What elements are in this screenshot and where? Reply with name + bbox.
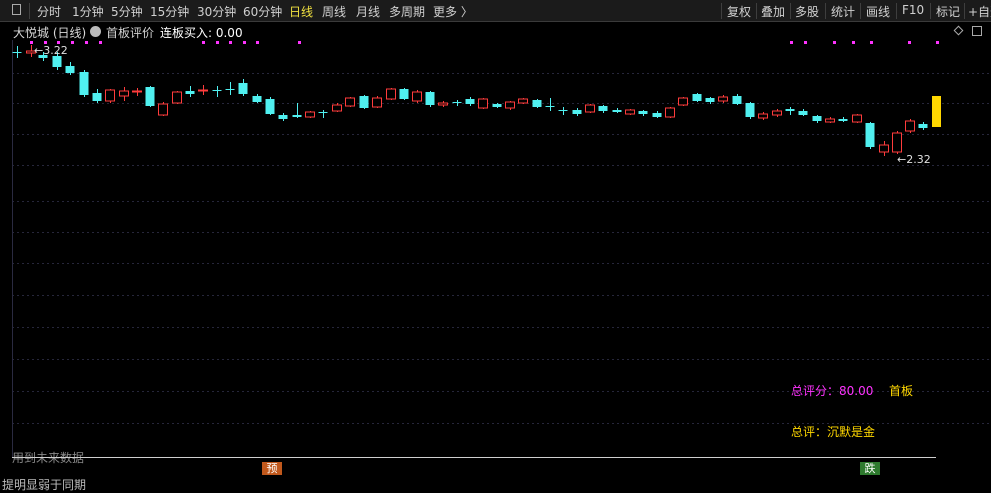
candle-body [732,96,742,104]
candle-body [638,111,648,114]
candle-body [105,89,115,102]
bottom-divider [12,457,936,458]
drop-marker: 跌 [860,462,880,475]
signal-dot [99,41,102,44]
candle-body [345,97,355,107]
candle-body [745,103,755,117]
board-label: 首板 [889,384,914,398]
signal-dot [85,41,88,44]
total-score: 总评分：80.00 [791,384,874,398]
candle-body [478,98,488,109]
candle-body [558,110,568,111]
candle-body [665,107,675,118]
candle-body [172,91,182,104]
candle-body [92,93,102,101]
candle-body [865,123,875,147]
candle-body [879,144,889,153]
candle-body [52,56,62,67]
candle-body [452,102,462,103]
candle-body [678,97,688,106]
candle-body [292,115,302,117]
signal-dot [229,41,232,44]
low-price-label: ←2.32 [897,153,931,166]
candle-body [518,98,528,104]
candle-body [825,118,835,123]
signal-dot [804,41,807,44]
candle-body [359,96,369,108]
candle-body [399,89,409,99]
candle-body [412,91,422,102]
candle-body [492,104,502,107]
candle-body [65,66,75,73]
candle-body [265,99,275,114]
candle-body [505,101,515,109]
candle-body [612,110,622,112]
candle-body [145,87,155,106]
candle-body [532,100,542,107]
candle-body [598,106,608,111]
candle-body [718,96,728,102]
signal-dot [852,41,855,44]
candle-body [585,104,595,113]
signal-dot [30,41,33,44]
candle-body [785,109,795,111]
candle-body [652,113,662,117]
candle-body [198,89,208,92]
candle-body [465,99,475,104]
signal-dot [71,41,74,44]
candle-body [798,111,808,115]
signal-dot [256,41,259,44]
candle-body [225,89,235,90]
evaluation-text: 总评：沉默是金 [791,425,876,439]
candle-body [119,90,129,97]
candle-body [758,113,768,119]
high-price-label: ←3.22 [34,44,68,57]
candle-body [332,104,342,112]
candle-body [185,91,195,94]
signal-dot [833,41,836,44]
candlestick-chart [12,40,991,457]
candle-body [12,52,22,53]
signal-dot [298,41,301,44]
candle-body [425,92,435,105]
candle-body [692,94,702,101]
signal-dot [202,41,205,44]
candle-body [812,116,822,121]
pre-marker: 预 [262,462,282,475]
bottom-status-text: 提明显弱于同期 [2,478,87,492]
signal-bar [932,96,941,127]
candle-body [838,119,848,121]
candle-body [278,115,288,119]
candle-body [705,98,715,102]
signal-dot [908,41,911,44]
candle-body [79,72,89,95]
candle-body [772,110,782,116]
candle-body [386,88,396,100]
candle-body [545,106,555,107]
signal-dot [790,41,793,44]
candle-body [372,97,382,108]
candle-body [238,83,248,94]
candle-body [892,132,902,153]
signal-dot [936,41,939,44]
candle-body [252,96,262,102]
signal-dot [216,41,219,44]
candle-body [318,112,328,113]
candle-body [305,111,315,118]
candle-body [438,102,448,106]
signal-dot [870,41,873,44]
candle-body [625,109,635,115]
candle-body [905,120,915,132]
candle-body [158,103,168,116]
candle-body [852,114,862,123]
candle-body [572,110,582,114]
signal-dot [243,41,246,44]
candle-body [918,124,928,128]
candle-body [212,90,222,91]
candle-body [132,90,142,93]
